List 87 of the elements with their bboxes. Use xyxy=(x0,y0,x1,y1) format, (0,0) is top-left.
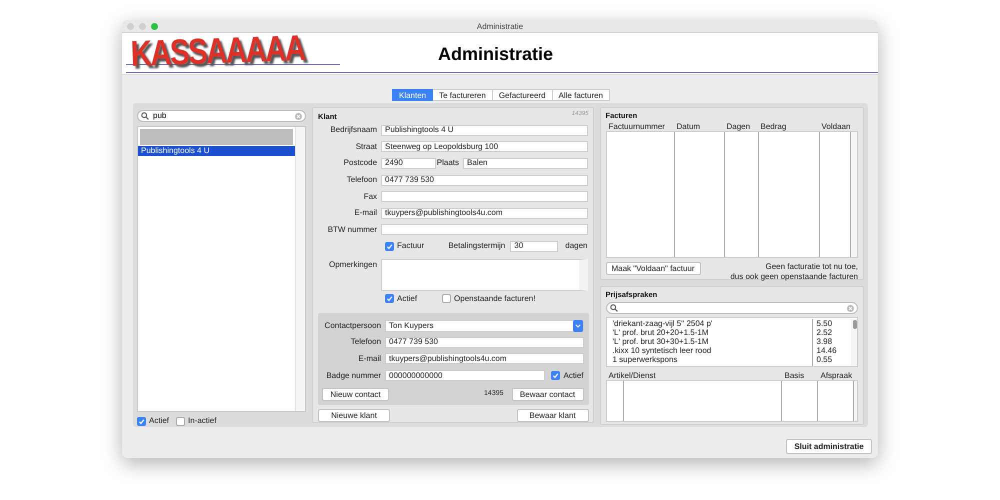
logo: KASSAAAAA xyxy=(130,28,306,73)
column-header: Afspraak xyxy=(820,371,854,380)
input-field[interactable]: tkuypers@publishingtools4u.com xyxy=(385,353,584,364)
search-field[interactable] xyxy=(606,302,858,314)
input-field[interactable]: Steenweg op Leopoldsburg 100 xyxy=(381,141,588,152)
scrollbar[interactable] xyxy=(295,127,306,411)
clear-icon[interactable] xyxy=(295,112,302,120)
price-text: 3.98 xyxy=(816,337,834,346)
input-field[interactable]: 30 xyxy=(510,240,558,252)
field-label: Plaats xyxy=(436,157,460,170)
checkbox-label: Actief xyxy=(149,415,170,427)
field-label: E-mail xyxy=(353,207,378,220)
checkbox[interactable] xyxy=(176,416,186,426)
close-window-icon[interactable] xyxy=(127,23,134,30)
column-header: Artikel/Dienst xyxy=(608,371,657,380)
checkbox-label: In-actief xyxy=(188,415,216,427)
checkbox-label: Actief xyxy=(397,292,418,305)
search-field[interactable]: pub xyxy=(137,110,306,122)
checkbox[interactable] xyxy=(385,294,394,304)
field-label: Badge nummer xyxy=(325,370,382,382)
minimize-window-icon[interactable] xyxy=(139,23,146,30)
tab[interactable]: Te factureren xyxy=(433,89,493,101)
input-field[interactable] xyxy=(381,224,588,236)
input-field[interactable]: 000000000000 xyxy=(385,370,546,382)
scrollbar-thumb[interactable] xyxy=(852,320,856,329)
checkbox[interactable] xyxy=(442,294,452,304)
input-field[interactable]: 0477 739 530 xyxy=(385,336,584,348)
input-field[interactable]: Balen xyxy=(463,158,588,169)
price-text: 14.46 xyxy=(816,346,838,355)
new-contact-button[interactable]: Nieuw contact xyxy=(322,388,390,401)
checkbox[interactable] xyxy=(385,242,394,251)
field-label: Betalingstermijn xyxy=(448,240,506,252)
field-label: Bedrijfsnaam xyxy=(329,124,378,136)
column-header: Factuurnummer xyxy=(608,122,666,131)
field-label: Straat xyxy=(354,140,378,153)
checkbox[interactable] xyxy=(137,416,146,426)
field-label: Fax xyxy=(362,190,378,203)
window-title: Administratie xyxy=(476,22,524,31)
field-label: BTW nummer xyxy=(326,224,378,236)
field-label: E-mail xyxy=(357,352,382,365)
input-field[interactable]: 2490 xyxy=(381,158,436,169)
close-administration-button[interactable]: Sluit administratie xyxy=(786,439,872,454)
checkbox-label: Factuur xyxy=(397,240,424,252)
price-text: 5.50 xyxy=(816,319,834,328)
clear-icon[interactable] xyxy=(847,304,854,312)
page-title: Administratie xyxy=(438,43,554,66)
chevron-down-icon xyxy=(574,324,580,328)
field-label: Postcode xyxy=(342,157,378,170)
save-contact-button[interactable]: Bewaar contact xyxy=(512,388,584,401)
list-item[interactable]: .kixx 10 syntetisch leer rood xyxy=(612,346,812,355)
checkbox-label: Openstaande facturen! xyxy=(454,292,536,305)
list-item[interactable]: 'L' prof. brut 30+30+1.5-1M xyxy=(612,337,812,346)
unit-label: dagen xyxy=(565,240,588,252)
tab[interactable]: Klanten xyxy=(392,89,434,101)
field-label: Telefoon xyxy=(346,174,378,186)
input-field[interactable]: 0477 739 530 xyxy=(381,174,588,186)
column-header: Voldaan xyxy=(822,122,852,131)
checkbox-label: Actief xyxy=(563,370,584,382)
field-label: Telefoon xyxy=(350,336,382,348)
column-header: Datum xyxy=(676,122,702,131)
field-label: Contactpersoon xyxy=(324,320,382,332)
paid-invoice-button[interactable]: Maak "Voldaan" factuur xyxy=(606,262,700,275)
info-text: Geen facturatie tot nu toe, dus ook geen openstaande facturen xyxy=(730,262,858,282)
input-field[interactable] xyxy=(381,191,588,202)
price-text: 0.55 xyxy=(816,355,834,364)
input-field[interactable]: Publishingtools 4 U xyxy=(381,124,588,136)
search-icon xyxy=(610,304,618,312)
column-header: Dagen xyxy=(726,122,752,131)
form-button[interactable]: Bewaar klant xyxy=(516,408,588,422)
list-item[interactable]: 'L' prof. brut 20+20+1.5-1M xyxy=(612,328,812,337)
column-header: Basis xyxy=(784,371,806,380)
field-label: Opmerkingen xyxy=(328,258,378,271)
zoom-window-icon[interactable] xyxy=(151,23,158,30)
input-field[interactable]: tkuypers@publishingtools4u.com xyxy=(381,208,588,219)
form-button[interactable]: Nieuwe klant xyxy=(318,408,390,422)
search-input[interactable]: pub xyxy=(153,111,292,121)
dropdown[interactable]: Ton Kuypers xyxy=(385,320,584,332)
price-text: 2.52 xyxy=(816,328,834,337)
tab[interactable]: Alle facturen xyxy=(552,89,610,101)
list-item[interactable]: Publishingtools 4 U xyxy=(138,146,296,156)
list-item[interactable]: 'driekant-zaag-vijl 5'' 2504 p' xyxy=(612,319,812,328)
column-header: Bedrag xyxy=(760,122,788,131)
tab[interactable]: Gefactureerd xyxy=(492,89,553,101)
checkbox[interactable] xyxy=(551,371,560,380)
list-item[interactable]: 1 superwerkspons xyxy=(612,355,812,364)
search-icon xyxy=(141,112,149,120)
remarks-field[interactable] xyxy=(381,258,588,291)
